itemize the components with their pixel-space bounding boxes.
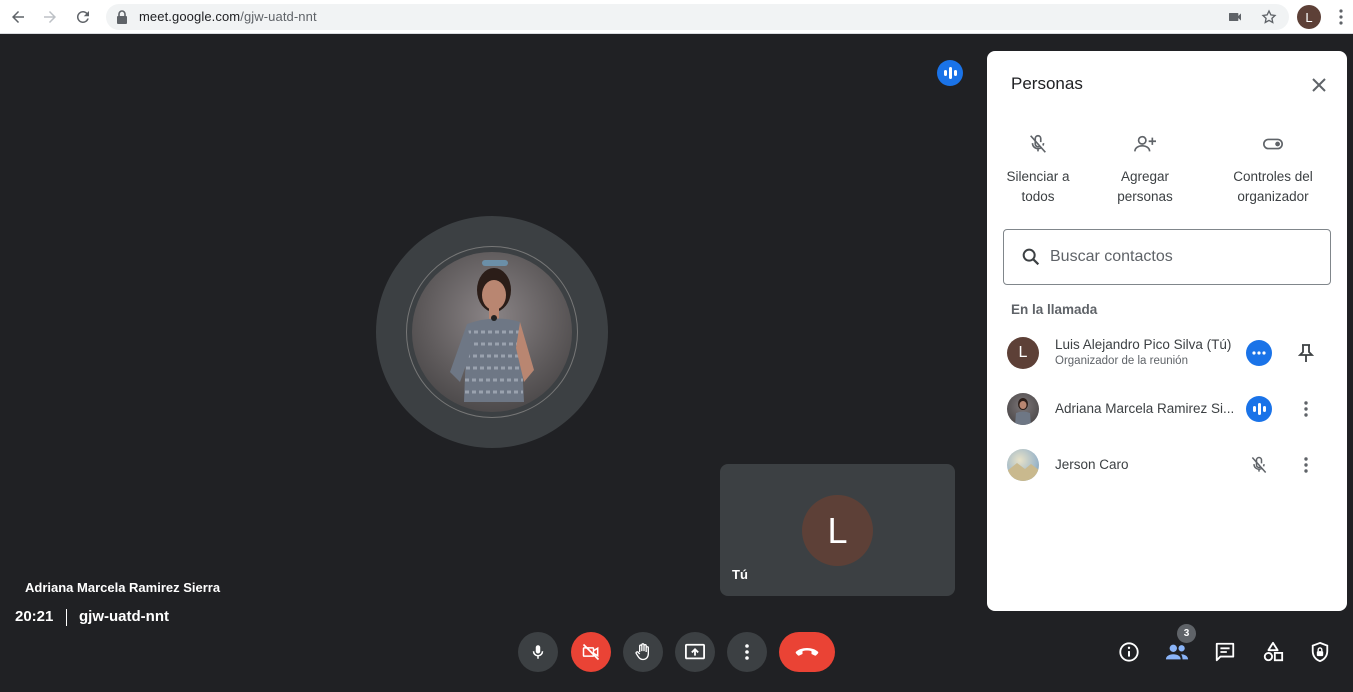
url-text: meet.google.com/gjw-uatd-nnt [139,9,317,24]
mute-all-line2: todos [1021,189,1055,204]
profile-avatar[interactable]: L [1297,5,1321,29]
more-vert-icon [745,644,749,660]
participant-row[interactable]: Jerson Caro [987,441,1347,489]
videocam-off-icon [582,643,600,661]
close-icon [1312,78,1326,92]
mute-all-button[interactable]: Silenciar a todos [999,133,1077,207]
hand-icon [635,643,649,661]
raise-hand-button[interactable] [623,632,663,672]
panel-title: Personas [1011,74,1083,93]
back-button[interactable] [6,5,30,29]
search-icon [1022,248,1040,266]
close-panel-button[interactable] [1305,71,1333,99]
call-end-icon [795,648,819,656]
clock: 20:21 [15,608,54,625]
add-people-button[interactable]: Agregar personas [1105,133,1185,207]
camera-indicator[interactable] [1225,7,1245,27]
participant-avatar: L [1007,337,1039,369]
speaker-name-label: Adriana Marcela Ramirez Sierra [25,580,221,595]
url-path: /gjw-uatd-nnt [240,9,317,24]
self-avatar: L [802,495,873,566]
toggle-icon [1263,138,1283,150]
participant-speaking-icon [1246,396,1272,422]
meeting-details-button[interactable] [1116,639,1142,665]
mute-all-line1: Silenciar a [1006,169,1070,184]
address-bar[interactable]: meet.google.com/gjw-uatd-nnt [106,4,1289,30]
pin-icon [1298,344,1314,362]
person-add-icon [1134,135,1156,152]
chat-button[interactable] [1212,639,1238,665]
info-icon [1119,642,1139,662]
participant-row[interactable]: L Luis Alejandro Pico Silva (Tú) Organiz… [987,328,1347,376]
mic-icon [532,645,544,659]
participant-row[interactable]: Adriana Marcela Ramirez Si... [987,385,1347,433]
leave-call-button[interactable] [779,632,835,672]
shield-lock-icon [1311,641,1329,663]
host-controls-line2: organizador [1237,189,1309,204]
more-options-button[interactable] [727,632,767,672]
browser-menu-button[interactable] [1331,5,1351,29]
participant-options-button[interactable] [1294,397,1318,421]
people-panel: Personas Silenciar a todos Agregar perso… [987,51,1347,611]
add-people-line1: Agregar [1120,169,1170,184]
mic-off-icon [1030,134,1046,153]
people-icon [1165,644,1189,660]
participant-name: Jerson Caro [1055,457,1129,472]
participant-avatar [1007,393,1039,425]
forward-button[interactable] [38,5,62,29]
speaker-photo [412,252,572,412]
present-screen-button[interactable] [675,632,715,672]
add-people-line2: personas [1117,189,1173,204]
videocam-icon [1229,13,1241,21]
participant-muted-icon [1246,452,1272,478]
host-controls-shield-button[interactable] [1307,639,1333,665]
bookmark-button[interactable] [1259,7,1279,27]
more-vert-icon [1304,457,1308,473]
mic-off-icon [1251,456,1267,473]
reload-icon [76,10,89,23]
participant-more-status [1246,340,1272,366]
present-icon [685,643,705,660]
more-horiz-icon [1252,351,1266,355]
activities-button[interactable] [1260,639,1286,665]
search-contacts-box[interactable] [1003,229,1331,285]
participant-avatar [1007,449,1039,481]
arrow-back-icon [12,11,24,23]
landscape-photo-icon [1007,463,1039,481]
more-vert-icon [1304,401,1308,417]
self-view-tile[interactable]: L Tú [720,464,955,596]
divider [66,609,67,626]
person-photo-icon [1015,398,1031,425]
reload-button[interactable] [71,5,95,29]
meeting-stage: Adriana Marcela Ramirez Sierra L Tú Pers… [0,35,1353,692]
host-controls-button[interactable]: Controles del organizador [1223,133,1323,207]
host-controls-line1: Controles del [1233,169,1313,184]
self-label: Tú [732,567,748,582]
participant-role: Organizador de la reunión [1055,355,1188,367]
microphone-button[interactable] [518,632,558,672]
arrow-forward-icon [44,11,56,23]
browser-toolbar: meet.google.com/gjw-uatd-nnt L [0,0,1353,34]
in-call-section-label: En la llamada [1011,302,1098,317]
more-vert-icon [1339,9,1343,25]
participant-name: Adriana Marcela Ramirez Si... [1055,401,1235,416]
search-contacts-input[interactable] [1050,246,1310,268]
chat-icon [1215,642,1235,662]
participant-name: Luis Alejandro Pico Silva (Tú) [1055,337,1232,352]
url-host: meet.google.com [139,9,241,24]
participant-options-button[interactable] [1294,453,1318,477]
participants-count-badge: 3 [1177,624,1196,643]
lock-icon [117,10,127,24]
camera-button[interactable] [571,632,611,672]
shapes-icon [1263,641,1284,662]
person-photo-icon [450,260,534,402]
speaking-indicator [937,60,963,86]
speaker-avatar-tile[interactable] [376,216,608,448]
star-icon [1261,9,1277,24]
pin-button[interactable] [1294,341,1318,365]
meeting-code: gjw-uatd-nnt [79,608,169,625]
